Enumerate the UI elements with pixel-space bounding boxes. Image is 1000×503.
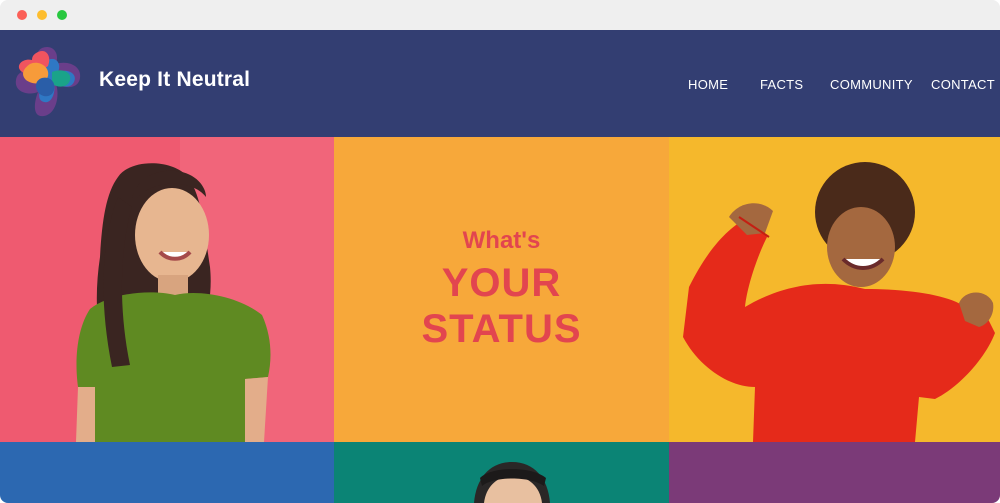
nav-link-community[interactable]: COMMUNITY (830, 77, 913, 92)
close-window-button[interactable] (17, 10, 27, 20)
woman-red-sweater-image (669, 137, 1000, 442)
headline-whats: What's (462, 227, 541, 254)
man-cap-image (334, 442, 669, 503)
headline-tile: What's YOUR STATUS (334, 137, 669, 442)
color-tile-blue (0, 442, 334, 503)
nav-link-contact[interactable]: CONTACT (931, 77, 995, 92)
nav-link-home[interactable]: HOME (688, 77, 728, 92)
color-tile-purple (669, 442, 1000, 503)
site-header: Keep It Neutral HOME FACTS COMMUNITY CON… (0, 30, 1000, 137)
maximize-window-button[interactable] (57, 10, 67, 20)
browser-window: Keep It Neutral HOME FACTS COMMUNITY CON… (0, 0, 1000, 503)
minimize-window-button[interactable] (37, 10, 47, 20)
headline-status: STATUS (421, 307, 582, 351)
window-title-bar (0, 0, 1000, 30)
headline-your: YOUR (441, 261, 562, 305)
photo-tile-woman-red-sweater (669, 137, 1000, 442)
woman-green-shirt-image (0, 137, 334, 442)
nav-link-facts[interactable]: FACTS (760, 77, 803, 92)
photo-tile-man-cap (334, 442, 669, 503)
photo-tile-woman-green-shirt (0, 137, 334, 442)
main-navigation: HOME FACTS COMMUNITY CONTACT (0, 77, 1000, 97)
